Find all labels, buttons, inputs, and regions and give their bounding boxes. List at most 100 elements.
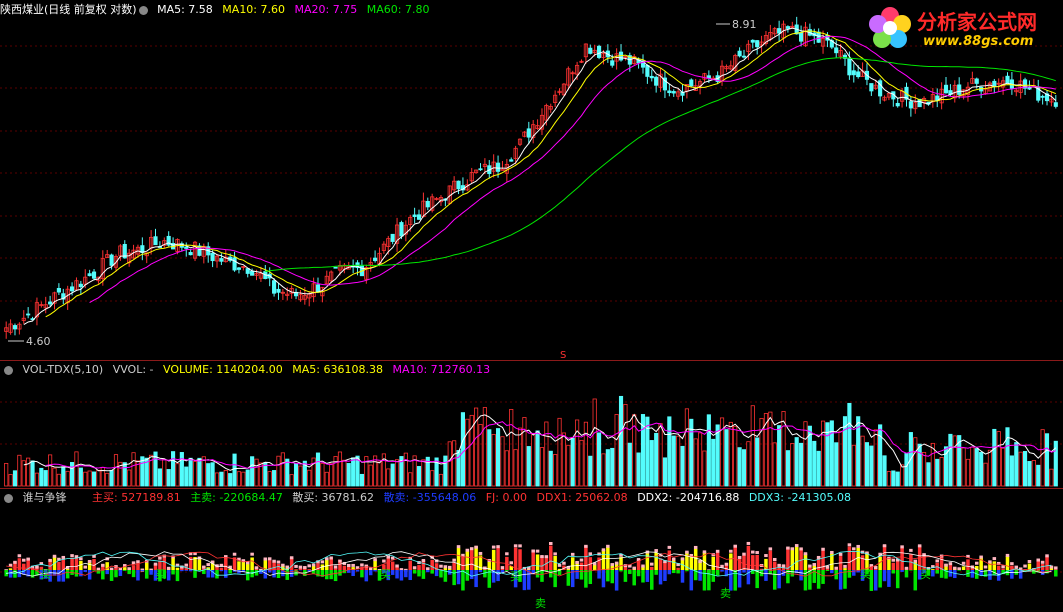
main-sell-bar	[887, 570, 891, 587]
volume-bar	[443, 455, 448, 487]
main-buy-bar	[294, 569, 298, 570]
main-buy-bar	[803, 553, 808, 570]
volume-bar	[579, 439, 584, 487]
main-buy-bar	[882, 545, 887, 570]
retail-buy-bar	[847, 543, 852, 547]
main-buy-bar	[570, 557, 575, 570]
retail-buy-bar	[447, 565, 452, 569]
main-buy-bar	[711, 556, 716, 570]
ma60-label: MA60: 7.80	[366, 3, 430, 16]
retail-buy-bar	[1010, 562, 1014, 566]
volume-bar	[592, 398, 597, 487]
main-sell-bar	[680, 570, 685, 583]
volume-bar	[26, 457, 31, 487]
main-sell-bar	[79, 570, 83, 577]
retail-buy-bar	[505, 552, 509, 556]
volume-bar	[869, 445, 874, 487]
main-buy-bar	[658, 558, 663, 570]
main-sell-bar	[843, 570, 847, 589]
main-sell-bar	[101, 570, 105, 580]
main-sell-bar	[469, 570, 474, 580]
settings-circle-icon[interactable]	[4, 365, 13, 375]
main-sell-bar	[136, 570, 140, 581]
retail-buy-bar	[500, 566, 505, 570]
main-buy-bar	[584, 545, 588, 570]
volume-bar	[539, 447, 545, 487]
volume-bar	[816, 450, 821, 487]
retail-buy-bar	[544, 555, 549, 559]
candle-body	[851, 70, 856, 76]
main-sell-bar	[57, 570, 61, 582]
main-sell-bar	[878, 570, 882, 588]
volume-bar	[790, 443, 795, 487]
retail-buy-bar	[474, 545, 478, 549]
candle-body	[834, 47, 839, 54]
retail-buy-bar	[584, 544, 588, 548]
volume-bar	[34, 472, 40, 487]
retail-buy-bar	[491, 545, 496, 549]
main-buy-bar	[843, 568, 847, 570]
retail-buy-bar	[957, 567, 961, 571]
volume-bar	[43, 470, 48, 487]
volume-bar	[605, 449, 610, 487]
retail-buy-bar	[333, 565, 338, 569]
volume-bar	[74, 451, 79, 487]
main-sell-bar	[641, 570, 645, 583]
candle-body	[597, 45, 602, 58]
volume-bar	[171, 451, 176, 487]
main-sell-bar	[667, 570, 672, 575]
volume-bar	[557, 417, 562, 487]
volume-bar	[377, 461, 382, 487]
vol-ma5-line	[23, 413, 1057, 472]
main-buy-bar	[456, 547, 461, 570]
panel-divider	[0, 488, 1063, 489]
volume-bar	[952, 435, 957, 487]
settings-circle-icon[interactable]	[138, 5, 148, 15]
main-sell-bar	[114, 570, 118, 578]
volume-bar	[553, 454, 558, 487]
volume-bar	[452, 440, 457, 487]
main-sell-bar	[175, 570, 180, 582]
volume-bar	[386, 468, 391, 487]
main-sell-bar	[772, 570, 777, 590]
volume-bar	[623, 403, 628, 487]
volume-bar	[961, 447, 966, 487]
retail-buy-bar	[733, 544, 737, 548]
volume-bar	[491, 434, 496, 487]
volume-bar	[750, 405, 755, 487]
volume-bar	[236, 471, 242, 487]
retail-buy-bar	[83, 565, 88, 569]
main-sell-bar	[689, 570, 694, 591]
retail-buy-bar	[816, 555, 821, 559]
retail-buy-bar	[395, 564, 399, 568]
volume-bar	[1014, 442, 1019, 487]
volume-bar	[627, 442, 632, 487]
volume-bar	[188, 457, 193, 487]
volume-bar	[965, 458, 971, 487]
main-sell-bar	[970, 570, 975, 578]
trade-signal-label: 买	[920, 568, 931, 581]
retail-buy-bar	[702, 550, 707, 554]
main-sell-bar	[395, 570, 399, 579]
retail-buy-bar	[680, 557, 685, 561]
volume-bar	[548, 450, 553, 487]
main-buy-bar	[931, 569, 935, 570]
retail-buy-bar	[338, 559, 342, 563]
main-sell-bar	[632, 570, 636, 586]
main-sell-bar	[895, 570, 900, 589]
volume-bar	[948, 433, 953, 487]
settings-circle-icon[interactable]	[4, 493, 13, 503]
volume-bar	[588, 455, 593, 487]
retail-buy-bar	[439, 564, 443, 568]
retail-buy-bar	[285, 565, 290, 569]
retail-buy-bar	[948, 562, 953, 566]
volume-bar	[1009, 455, 1014, 487]
main-buy-bar	[325, 558, 329, 570]
retail-buy-bar	[961, 561, 966, 565]
volume-bar	[618, 395, 624, 487]
volume-bar	[904, 453, 909, 487]
main-buy-bar	[786, 547, 790, 570]
trade-signal-label: 买	[380, 568, 391, 581]
retail-buy-bar	[303, 566, 307, 570]
main-buy-bar	[114, 567, 118, 570]
